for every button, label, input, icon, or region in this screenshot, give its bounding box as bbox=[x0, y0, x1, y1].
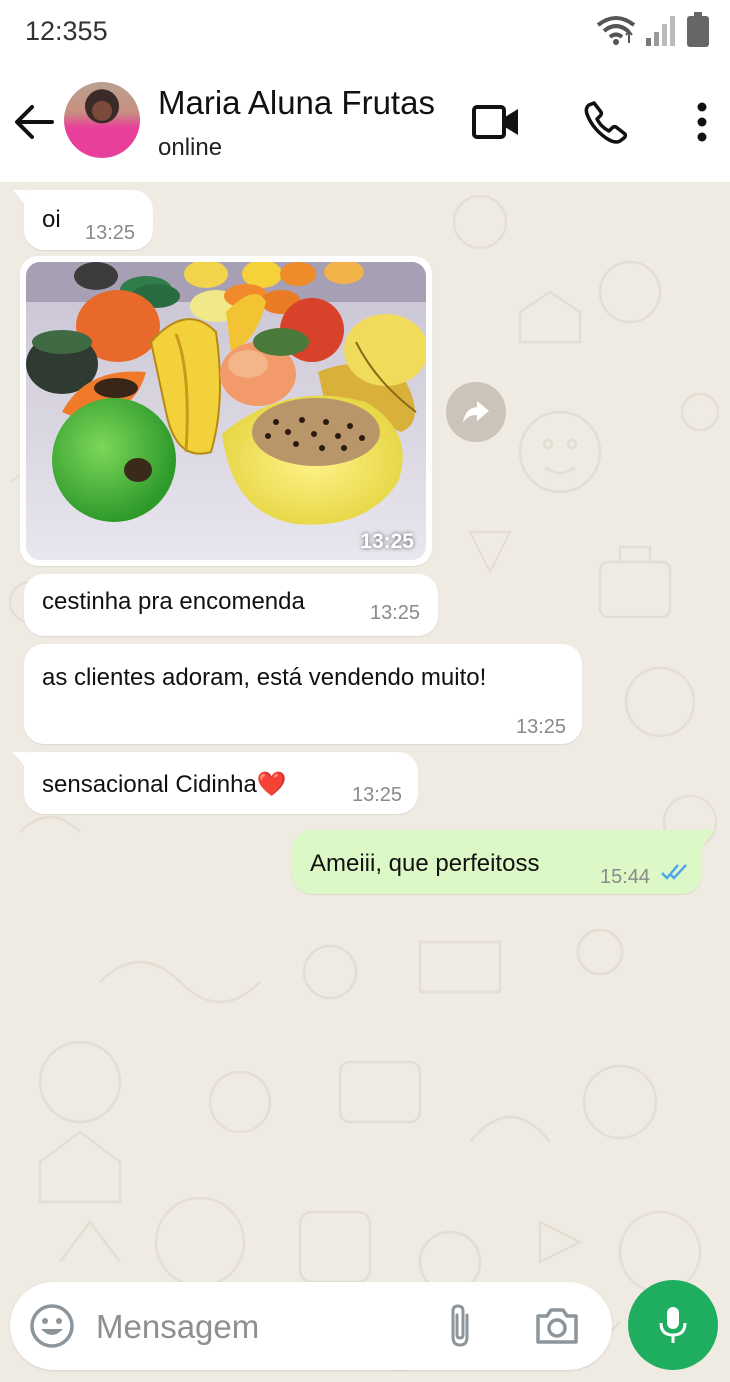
status-time: 12:355 bbox=[25, 16, 108, 46]
message-text: oi bbox=[42, 206, 61, 233]
status-bar: 12:355 bbox=[0, 0, 730, 64]
message-bubble[interactable]: oi 13:25 bbox=[24, 190, 153, 250]
status-icons bbox=[596, 10, 710, 50]
photo-time: 13:25 bbox=[360, 530, 414, 553]
contact-status: online bbox=[158, 134, 223, 161]
message-photo[interactable]: 13:25 bbox=[26, 262, 426, 560]
message-bubble[interactable]: as clientes adoram, está vendendo muito!… bbox=[24, 644, 582, 744]
back-arrow-icon[interactable] bbox=[12, 100, 56, 144]
message-text: as clientes adoram, está vendendo muito! bbox=[42, 664, 487, 691]
wifi-icon bbox=[596, 13, 636, 47]
more-vert-icon[interactable] bbox=[672, 92, 730, 152]
message-bubble[interactable]: cestinha pra encomenda 13:25 bbox=[24, 574, 438, 636]
emoji-icon[interactable] bbox=[28, 1302, 76, 1350]
chat-header: Maria Aluna Frutas online bbox=[0, 64, 730, 182]
message-composer bbox=[10, 1282, 612, 1370]
message-text: Ameiii, que perfeitoss bbox=[310, 850, 540, 877]
message-time: 13:25 bbox=[370, 602, 421, 624]
message-text: cestinha pra encomenda bbox=[42, 588, 305, 615]
forward-icon[interactable] bbox=[446, 382, 506, 442]
message-time: 13:25 bbox=[352, 784, 403, 806]
signal-icon bbox=[644, 14, 678, 46]
message-time: 13:25 bbox=[516, 716, 567, 738]
mic-button[interactable] bbox=[628, 1280, 718, 1370]
read-ticks-icon bbox=[661, 864, 687, 880]
message-input[interactable] bbox=[96, 1304, 426, 1350]
camera-icon[interactable] bbox=[532, 1302, 582, 1350]
message-text: sensacional Cidinha❤️ bbox=[42, 771, 287, 798]
message-bubble-outgoing[interactable]: Ameiii, que perfeitoss 15:44 bbox=[292, 830, 702, 894]
chat-area[interactable]: oi 13:25 13:25 cestinha pra encomenda 13… bbox=[0, 182, 730, 1382]
battery-icon bbox=[686, 12, 710, 48]
image-message[interactable]: 13:25 bbox=[20, 256, 432, 566]
bubble-tail bbox=[702, 830, 716, 848]
message-time: 13:25 bbox=[85, 222, 136, 244]
attach-icon[interactable] bbox=[438, 1302, 482, 1350]
phone-icon[interactable] bbox=[576, 92, 636, 152]
contact-name[interactable]: Maria Aluna Frutas bbox=[158, 84, 435, 122]
mic-icon bbox=[659, 1307, 687, 1343]
message-bubble[interactable]: sensacional Cidinha❤️ 13:25 bbox=[24, 752, 418, 814]
video-call-icon[interactable] bbox=[466, 92, 526, 152]
avatar[interactable] bbox=[64, 82, 140, 158]
message-time: 15:44 bbox=[600, 866, 651, 888]
